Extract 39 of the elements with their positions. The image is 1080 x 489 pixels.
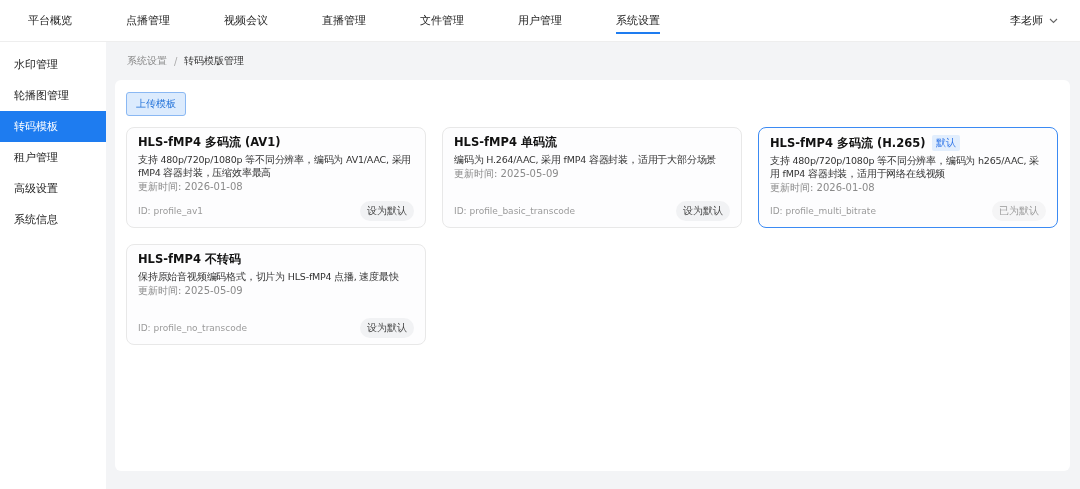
template-title: HLS-fMP4 单码流 [454,135,557,150]
sidebar-item[interactable]: 高级设置 [0,173,106,204]
updated-time: 更新时间: 2026-01-08 [138,180,244,194]
template-description: 支持 480p/720p/1080p 等不同分辨率，编码为 AV1/AAC, 采用 fMP4 容器封装，压缩效率最高 [138,153,413,179]
template-id: ID: profile_av1 [138,206,203,216]
nav-tab[interactable]: 系统设置 [616,7,660,34]
template-id: ID: profile_basic_transcode [454,206,576,216]
nav-tab[interactable]: 用户管理 [518,7,562,34]
breadcrumb-item[interactable]: 系统设置 [127,54,167,68]
updated-time: 更新时间: 2026-01-08 [770,181,876,195]
nav-tab[interactable]: 视频会议 [224,7,268,34]
breadcrumb-item: 转码模版管理 [184,54,245,68]
updated-time: 更新时间: 2025-05-09 [454,167,560,181]
sidebar-item[interactable]: 系统信息 [0,204,106,235]
set-default-button[interactable]: 设为默认 [360,318,414,338]
template-title: HLS-fMP4 多码流 (H.265) [770,135,926,151]
nav-tab[interactable]: 平台概览 [28,7,72,34]
sidebar-item[interactable]: 轮播图管理 [0,80,106,111]
breadcrumb-separator: / [174,55,178,67]
default-badge: 默认 [932,135,961,151]
template-id: ID: profile_no_transcode [138,323,247,333]
template-id: ID: profile_multi_bitrate [770,206,876,216]
sidebar-item[interactable]: 水印管理 [0,49,106,80]
nav-tab[interactable]: 直播管理 [322,7,366,34]
user-name[interactable]: 李老师 [1010,13,1043,28]
template-description: 保持原始音视频编码格式，切片为 HLS-fMP4 点播, 速度最快 [138,270,400,283]
nav-tab[interactable]: 点播管理 [126,7,170,34]
nav-tab[interactable]: 文件管理 [420,7,464,34]
set-default-button[interactable]: 设为默认 [360,201,414,221]
sidebar-item[interactable]: 转码模板 [0,111,106,142]
updated-time: 更新时间: 2025-05-09 [138,284,244,298]
chevron-down-icon[interactable] [1049,17,1058,24]
template-description: 支持 480p/720p/1080p 等不同分辨率，编码为 h265/AAC, 采用 fMP4 容器封装，适用于网络在线视频 [770,154,1040,180]
upload-button[interactable]: 上传模板 [126,92,186,116]
template-description: 编码为 H.264/AAC, 采用 fMP4 容器封装，适用于大部分场景 [454,153,718,166]
sidebar-item[interactable]: 租户管理 [0,142,106,173]
set-default-button[interactable]: 设为默认 [676,201,730,221]
template-title: HLS-fMP4 多码流 (AV1) [138,135,281,150]
template-title: HLS-fMP4 不转码 [138,252,241,267]
